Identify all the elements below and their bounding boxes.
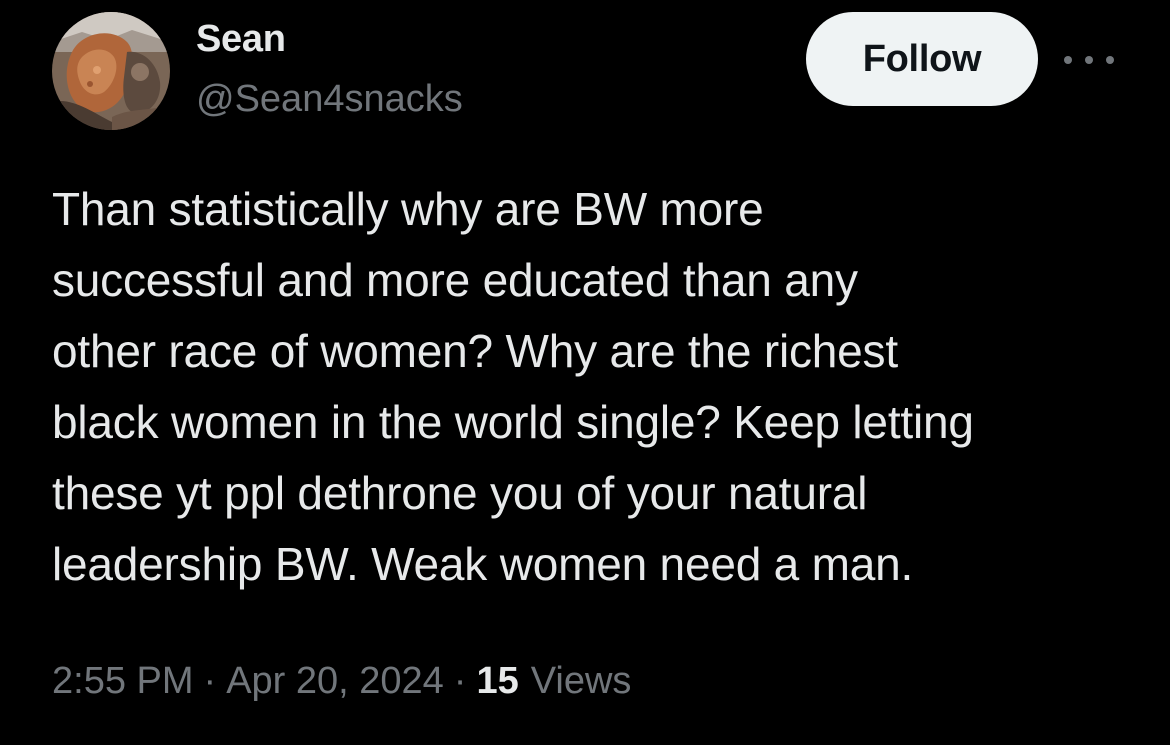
avatar[interactable] bbox=[52, 12, 170, 130]
author-display-name[interactable]: Sean bbox=[196, 16, 286, 62]
avatar-image bbox=[52, 12, 170, 130]
views-count: 15 bbox=[476, 660, 519, 702]
author-handle[interactable]: @Sean4snacks bbox=[196, 76, 463, 122]
more-options-button[interactable] bbox=[1064, 46, 1114, 74]
tweet-meta: 2:55 PM · Apr 20, 2024 · 15 Views bbox=[52, 656, 631, 706]
meta-separator: · bbox=[453, 660, 467, 702]
tweet-text: Than statistically why are BW more succe… bbox=[52, 183, 974, 590]
tweet: Sean @Sean4snacks Follow Than statistica… bbox=[0, 0, 1170, 745]
follow-button[interactable]: Follow bbox=[806, 12, 1038, 106]
more-horizontal-icon bbox=[1085, 56, 1093, 64]
tweet-date[interactable]: Apr 20, 2024 bbox=[226, 656, 444, 706]
more-horizontal-icon bbox=[1064, 56, 1072, 64]
more-horizontal-icon bbox=[1106, 56, 1114, 64]
meta-separator: · bbox=[203, 660, 217, 702]
views-label: Views bbox=[530, 660, 632, 702]
tweet-time[interactable]: 2:55 PM bbox=[52, 656, 194, 706]
